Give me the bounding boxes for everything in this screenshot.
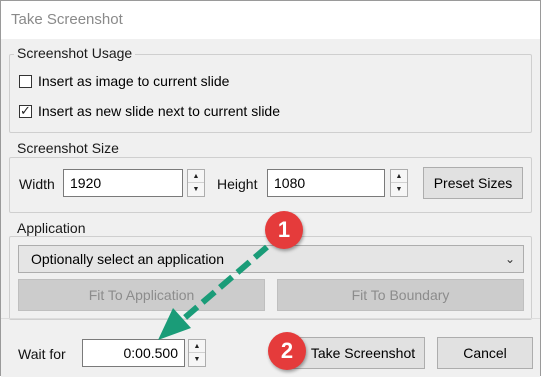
step-2-badge: 2	[268, 332, 306, 370]
dialog-body: Screenshot Usage Insert as image to curr…	[1, 39, 540, 377]
height-field[interactable]: 1080	[267, 169, 385, 197]
spin-down-icon[interactable]: ▼	[189, 353, 205, 366]
wait-for-value: 0:00.500	[123, 345, 179, 361]
usage-group	[9, 54, 532, 133]
application-group-label: Application	[14, 220, 89, 236]
spin-up-icon[interactable]: ▲	[391, 170, 407, 183]
wait-for-label: Wait for	[18, 346, 66, 362]
title-bar: Take Screenshot	[1, 1, 540, 39]
check-icon: ✓	[20, 102, 31, 118]
preset-sizes-button[interactable]: Preset Sizes	[423, 167, 523, 199]
application-select[interactable]: Optionally select an application ⌄	[18, 245, 524, 273]
cancel-button[interactable]: Cancel	[437, 337, 533, 369]
window-title: Take Screenshot	[11, 11, 123, 28]
application-select-value: Optionally select an application	[31, 251, 225, 267]
chevron-down-icon: ⌄	[504, 252, 515, 266]
width-stepper[interactable]: ▲ ▼	[187, 169, 205, 197]
fit-to-boundary-button[interactable]: Fit To Boundary	[277, 279, 524, 311]
height-stepper[interactable]: ▲ ▼	[390, 169, 408, 197]
usage-group-label: Screenshot Usage	[14, 45, 136, 61]
wait-for-field[interactable]: 0:00.500	[82, 339, 185, 367]
insert-slide-label: Insert as new slide next to current slid…	[38, 103, 281, 119]
width-field[interactable]: 1920	[63, 169, 183, 197]
insert-slide-checkbox[interactable]: ✓	[19, 102, 32, 118]
spin-down-icon[interactable]: ▼	[391, 183, 407, 196]
insert-image-checkbox[interactable]	[19, 74, 32, 88]
size-group-label: Screenshot Size	[14, 140, 122, 156]
spin-up-icon[interactable]: ▲	[189, 340, 205, 353]
wait-for-stepper[interactable]: ▲ ▼	[188, 339, 206, 367]
spin-down-icon[interactable]: ▼	[188, 183, 204, 196]
width-label: Width	[19, 176, 55, 192]
insert-slide-option[interactable]: ✓ Insert as new slide next to current sl…	[19, 103, 280, 119]
insert-image-option[interactable]: Insert as image to current slide	[19, 73, 229, 89]
height-label: Height	[217, 176, 258, 192]
insert-image-label: Insert as image to current slide	[38, 73, 230, 89]
fit-to-application-button[interactable]: Fit To Application	[18, 279, 265, 311]
footer-divider	[1, 318, 540, 319]
take-screenshot-button[interactable]: Take Screenshot	[291, 337, 425, 369]
step-1-badge: 1	[265, 211, 303, 249]
take-screenshot-dialog: Take Screenshot Screenshot Usage Insert …	[0, 0, 541, 377]
spin-up-icon[interactable]: ▲	[188, 170, 204, 183]
